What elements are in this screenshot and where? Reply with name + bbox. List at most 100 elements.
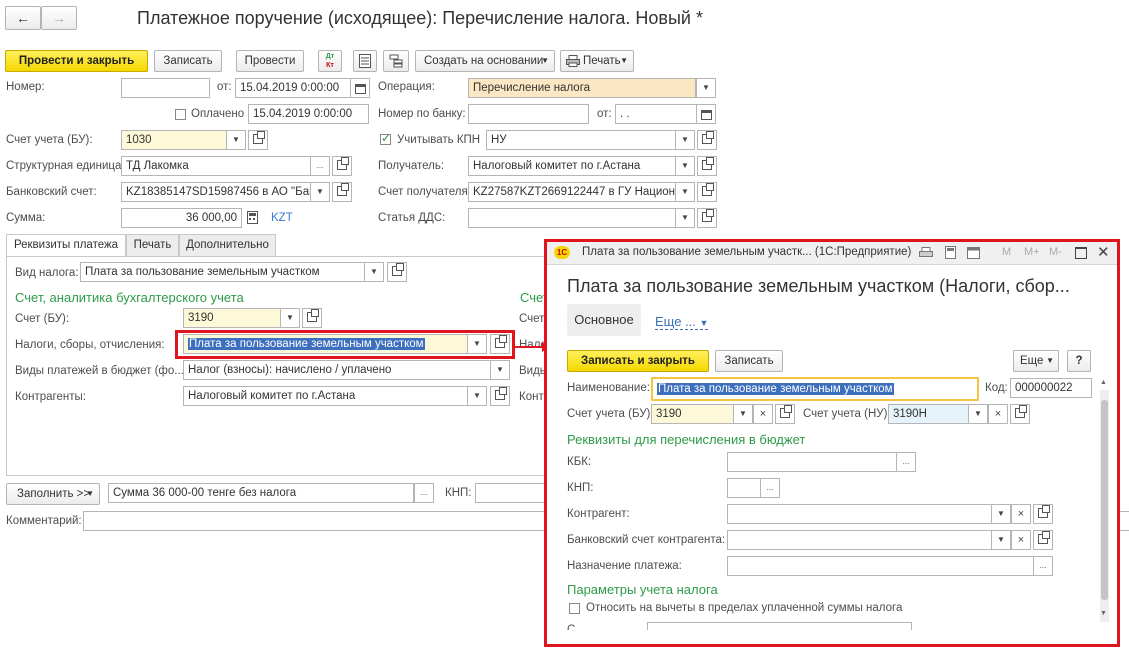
account-bu-input[interactable]: 1030 <box>121 130 227 150</box>
modal-knp-input[interactable] <box>727 478 761 498</box>
modal-account-bu-clear[interactable]: × <box>753 404 773 424</box>
scroll-up-icon[interactable]: ▲ <box>1100 379 1107 386</box>
print-icon[interactable] <box>919 247 933 259</box>
account-bu-open-button[interactable] <box>248 130 268 150</box>
modal-tab-main[interactable]: Основное <box>567 304 641 336</box>
create-based-button[interactable]: Создать на основании ▼ <box>415 50 555 72</box>
tab-additional[interactable]: Дополнительно <box>179 234 276 256</box>
modal-scrollbar[interactable] <box>1100 390 1109 622</box>
tax-type-open-button[interactable] <box>387 262 407 282</box>
account-dropdown[interactable]: ▼ <box>280 308 300 328</box>
modal-last-input[interactable] <box>647 622 912 630</box>
scroll-down-icon[interactable]: ▼ <box>1100 610 1107 617</box>
structure-button[interactable] <box>383 50 409 72</box>
memory-plus-button[interactable]: M+ <box>1024 246 1040 258</box>
modal-code-input[interactable]: 000000022 <box>1010 378 1092 398</box>
recipient-input[interactable]: Налоговый комитет по г.Астана <box>468 156 676 176</box>
modal-tab-more[interactable]: Еще ... ▼ <box>655 314 709 330</box>
counterparties-dropdown[interactable]: ▼ <box>467 386 487 406</box>
tax-type-select[interactable]: Плата за пользование земельным участком <box>80 262 365 282</box>
modal-counterparty-open[interactable] <box>1033 504 1053 524</box>
modal-counterparty-dropdown[interactable]: ▼ <box>991 504 1011 524</box>
print-button[interactable]: Печать ▼ <box>560 50 634 72</box>
modal-purpose-input[interactable] <box>727 556 1034 576</box>
bank-number-input[interactable] <box>468 104 589 124</box>
forward-button[interactable]: → <box>41 6 77 30</box>
currency-link[interactable]: KZT <box>271 212 293 224</box>
modal-account-nu-open[interactable] <box>1010 404 1030 424</box>
modal-deduct-checkbox[interactable] <box>569 603 580 614</box>
recipient-account-input[interactable]: KZ27587KZT2669122447 в ГУ Национал <box>468 182 676 202</box>
account-input[interactable]: 3190 <box>183 308 281 328</box>
account-open-button[interactable] <box>302 308 322 328</box>
struct-unit-input[interactable]: ТД Лакомка <box>121 156 311 176</box>
bank-date-input[interactable]: . . <box>615 104 697 124</box>
modal-account-bu-input[interactable]: 3190 <box>651 404 734 424</box>
number-input[interactable] <box>121 78 210 98</box>
back-button[interactable]: ← <box>5 6 41 30</box>
recipient-dropdown[interactable]: ▼ <box>675 156 695 176</box>
operation-select[interactable]: Перечисление налога <box>468 78 696 98</box>
modal-save-button[interactable]: Записать <box>715 350 783 372</box>
modal-scrollbar-thumb[interactable] <box>1101 400 1108 600</box>
modal-bank-account-dropdown[interactable]: ▼ <box>991 530 1011 550</box>
post-button[interactable]: Провести <box>236 50 304 72</box>
memory-minus-button[interactable]: M- <box>1049 246 1062 258</box>
dds-dropdown[interactable]: ▼ <box>675 208 695 228</box>
recipient-account-open-button[interactable] <box>697 182 717 202</box>
modal-help-button[interactable]: ? <box>1067 350 1091 372</box>
modal-bank-account-clear[interactable]: × <box>1011 530 1031 550</box>
modal-account-nu-clear[interactable]: × <box>988 404 1008 424</box>
calendar-icon[interactable] <box>967 246 980 259</box>
modal-bank-account-input[interactable] <box>727 530 992 550</box>
bank-calendar-button[interactable] <box>696 104 716 124</box>
modal-name-input[interactable]: Плата за пользование земельным участком <box>651 377 979 401</box>
modal-account-bu-dropdown[interactable]: ▼ <box>733 404 753 424</box>
counterparties-open-button[interactable] <box>490 386 510 406</box>
modal-purpose-select[interactable]: ... <box>1033 556 1053 576</box>
operation-dropdown-button[interactable]: ▼ <box>696 78 716 98</box>
account-bu-dropdown[interactable]: ▼ <box>226 130 246 150</box>
recipient-open-button[interactable] <box>697 156 717 176</box>
modal-counterparty-input[interactable] <box>727 504 992 524</box>
comment-input[interactable] <box>83 511 553 531</box>
modal-more-button[interactable]: Еще ▼ <box>1013 350 1059 372</box>
calculator-button[interactable] <box>242 208 262 228</box>
payment-types-input[interactable]: Налог (взносы): начислено / уплачено <box>183 360 491 380</box>
tab-print[interactable]: Печать <box>126 234 179 256</box>
post-close-button[interactable]: Провести и закрыть <box>5 50 148 72</box>
tax-type-dropdown[interactable]: ▼ <box>364 262 384 282</box>
recipient-account-dropdown[interactable]: ▼ <box>675 182 695 202</box>
sum-input[interactable]: 36 000,00 <box>121 208 242 228</box>
modal-account-nu-dropdown[interactable]: ▼ <box>968 404 988 424</box>
tab-payment-details[interactable]: Реквизиты платежа <box>6 234 126 257</box>
modal-save-close-button[interactable]: Записать и закрыть <box>567 350 709 372</box>
modal-counterparty-clear[interactable]: × <box>1011 504 1031 524</box>
bank-account-dropdown[interactable]: ▼ <box>310 182 330 202</box>
bank-account-input[interactable]: KZ18385147SD15987456 в АО "Банк <box>121 182 311 202</box>
save-button[interactable]: Записать <box>154 50 222 72</box>
kpn-dropdown[interactable]: ▼ <box>675 130 695 150</box>
counterparties-input[interactable]: Налоговый комитет по г.Астана <box>183 386 468 406</box>
struct-unit-select-button[interactable]: ... <box>310 156 330 176</box>
kpn-select[interactable]: НУ <box>486 130 676 150</box>
modal-kbk-input[interactable] <box>727 452 897 472</box>
modal-account-bu-open[interactable] <box>775 404 795 424</box>
knp-input[interactable] <box>475 483 550 503</box>
memory-button[interactable]: M <box>1002 246 1011 258</box>
dds-open-button[interactable] <box>697 208 717 228</box>
modal-bank-account-open[interactable] <box>1033 530 1053 550</box>
payment-types-dropdown[interactable]: ▼ <box>490 360 510 380</box>
modal-account-nu-input[interactable]: 3190Н <box>888 404 969 424</box>
calendar-button[interactable] <box>350 78 370 98</box>
calculator-icon[interactable] <box>945 246 956 259</box>
kpn-open-button[interactable] <box>697 130 717 150</box>
modal-knp-select[interactable]: ... <box>760 478 780 498</box>
kpn-checkbox[interactable]: ✓ <box>380 131 391 145</box>
dds-input[interactable] <box>468 208 676 228</box>
maximize-icon[interactable] <box>1075 247 1087 259</box>
purpose-input[interactable]: Сумма 36 000-00 тенге без налога <box>108 483 414 503</box>
modal-kbk-select[interactable]: ... <box>896 452 916 472</box>
struct-unit-open-button[interactable] <box>332 156 352 176</box>
bank-account-open-button[interactable] <box>332 182 352 202</box>
